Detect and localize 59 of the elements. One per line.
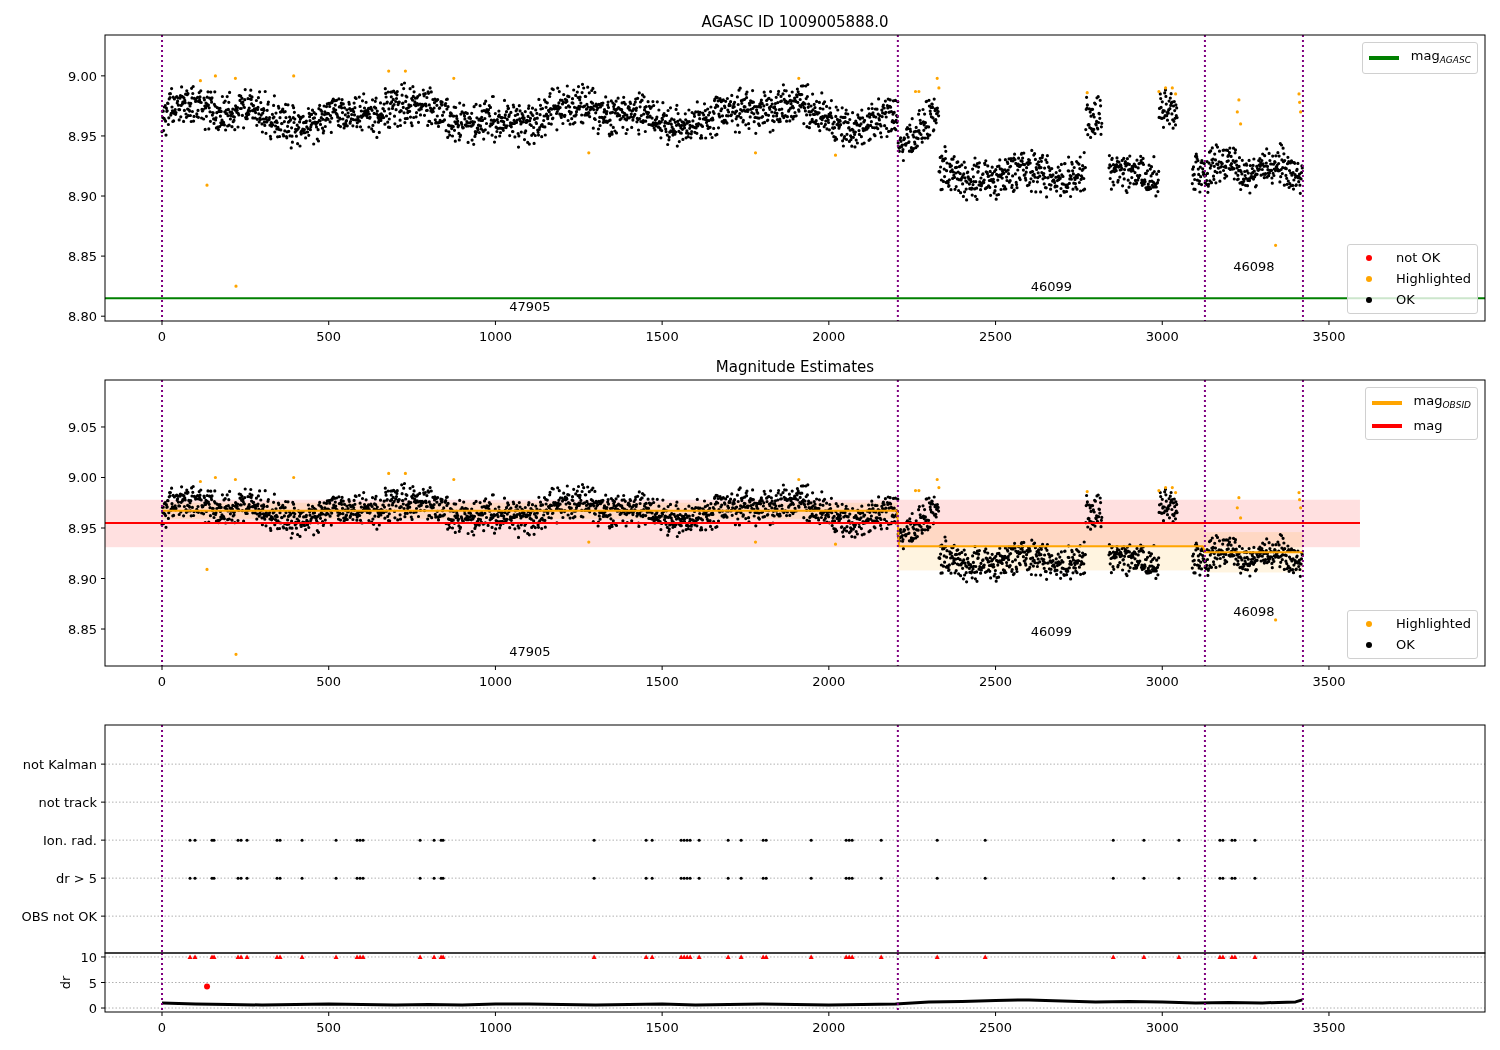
tick-label: 2000 xyxy=(812,329,846,344)
tick-label: 9.00 xyxy=(68,68,97,84)
tick-label: 500 xyxy=(316,329,342,344)
legend-label: mag$_{OBSID}$ xyxy=(1413,392,1471,412)
tick-label: 8.90 xyxy=(68,571,97,587)
tick-label: 1500 xyxy=(645,329,679,344)
tick-label: 500 xyxy=(316,1020,342,1035)
annotation-label: 47905 xyxy=(509,299,551,314)
row-label: not Kalman xyxy=(22,757,97,773)
tick-label: 0 xyxy=(88,1001,97,1016)
tick-label: 8.85 xyxy=(68,622,97,638)
legend-label: OK xyxy=(1396,636,1415,654)
tick-label: 3000 xyxy=(1145,674,1179,689)
legend-label: OK xyxy=(1396,291,1415,309)
tick-label: 3500 xyxy=(1312,674,1346,689)
tick-label: 0 xyxy=(157,329,167,344)
tick-label: 9.05 xyxy=(68,420,97,435)
row-label: not track xyxy=(38,795,97,811)
annotation-label: 46099 xyxy=(1030,279,1073,294)
tick-label: 3500 xyxy=(1312,1020,1346,1035)
tick-label: 500 xyxy=(316,674,342,689)
tick-label: 8.95 xyxy=(68,521,97,536)
legend-label: mag xyxy=(1413,417,1443,435)
row-label: OBS not OK xyxy=(21,909,97,925)
tick-label: 1000 xyxy=(478,329,512,344)
row-label: dr > 5 xyxy=(55,871,97,887)
tick-label: 5 xyxy=(88,975,97,991)
tick-label: 8.85 xyxy=(68,249,97,265)
tick-label: 8.80 xyxy=(68,309,97,325)
annotation-label: 47905 xyxy=(509,644,551,659)
tick-label: 0 xyxy=(157,674,167,689)
tick-label: 0 xyxy=(157,1020,167,1035)
tick-label: 1500 xyxy=(645,674,679,689)
tick-label: 2500 xyxy=(979,1020,1013,1035)
chart-title: AGASC ID 1009005888.0 xyxy=(701,13,889,31)
tick-label: 2500 xyxy=(979,674,1013,689)
annotation-label: 46098 xyxy=(1233,604,1275,619)
tick-label: 1000 xyxy=(478,674,512,689)
tick-label: 9.00 xyxy=(68,470,97,486)
tick-label: 8.95 xyxy=(68,128,97,144)
tick-label: 3000 xyxy=(1145,1020,1179,1035)
tick-label: 2500 xyxy=(979,329,1013,344)
legend-label: Highlighted xyxy=(1396,615,1471,633)
tick-label: 2000 xyxy=(812,674,846,689)
chart-title: Magnitude Estimates xyxy=(715,358,875,376)
legend-label: not OK xyxy=(1396,249,1441,267)
row-label: Ion. rad. xyxy=(43,833,97,849)
tick-label: 3500 xyxy=(1312,329,1346,344)
tick-label: 8.90 xyxy=(68,189,97,205)
axis-label: dr xyxy=(58,975,73,990)
tick-label: 1500 xyxy=(645,1020,679,1035)
tick-label: 1000 xyxy=(478,1020,512,1035)
tick-label: 3000 xyxy=(1145,329,1179,344)
annotation-label: 46098 xyxy=(1233,259,1275,274)
legend-label: Highlighted xyxy=(1396,270,1471,288)
tick-label: 10 xyxy=(80,950,97,965)
tick-label: 2000 xyxy=(812,1020,846,1035)
annotation-label: 46099 xyxy=(1030,624,1073,639)
legend-label: mag$_{AGASC}$ xyxy=(1410,47,1471,67)
